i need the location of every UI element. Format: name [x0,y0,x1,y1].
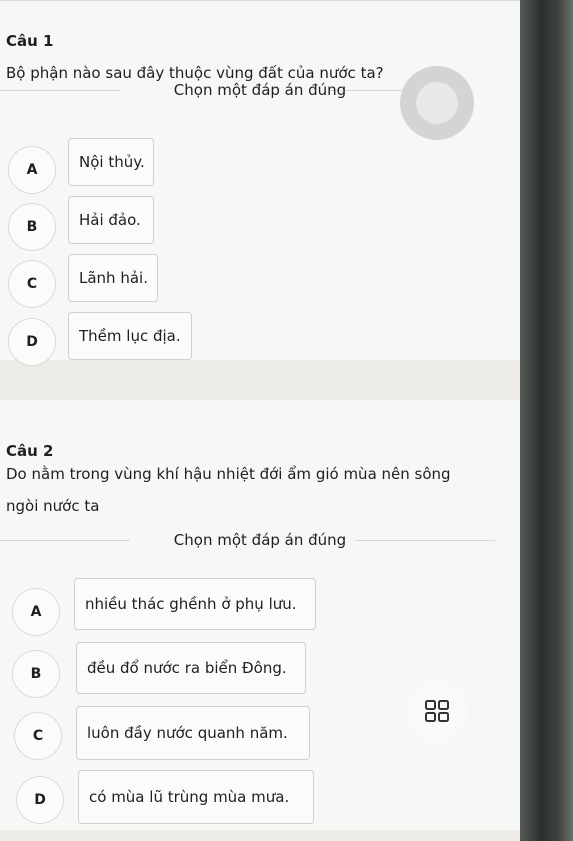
option-letter-a[interactable]: A [8,146,56,194]
option-b[interactable]: Hải đảo. [68,196,154,244]
option-c[interactable]: luôn đầy nước quanh năm. [76,706,310,760]
option-a[interactable]: nhiều thác ghềnh ở phụ lưu. [74,578,316,630]
timer-icon [400,66,474,140]
question-text-line: Do nằm trong vùng khí hậu nhiệt đới ẩm g… [6,465,451,483]
option-a[interactable]: Nội thủy. [68,138,154,186]
scrollbar[interactable] [520,0,573,841]
question-card-1: Câu 1 Bộ phận nào sau đây thuộc vùng đất… [0,0,520,366]
question-card-2: Câu 2 Do nằm trong vùng khí hậu nhiệt đớ… [0,400,520,830]
option-letter-a[interactable]: A [12,588,60,636]
grid-icon[interactable] [406,680,468,742]
question-text: Do nằm trong vùng khí hậu nhiệt đới ẩm g… [6,458,486,522]
question-text-line: ngòi nước ta [6,497,100,515]
option-letter-b[interactable]: B [8,203,56,251]
option-b[interactable]: đều đổ nước ra biển Đông. [76,642,306,694]
option-d[interactable]: có mùa lũ trùng mùa mưa. [78,770,314,824]
grid-icon-glyph [425,700,449,722]
option-letter-d[interactable]: D [8,318,56,366]
option-letter-b[interactable]: B [12,650,60,698]
option-letter-c[interactable]: C [14,712,62,760]
option-letter-c[interactable]: C [8,260,56,308]
option-c[interactable]: Lãnh hải. [68,254,158,302]
instruction-text: Chọn một đáp án đúng [173,531,347,549]
instruction-row: Chọn một đáp án đúng [0,530,520,550]
option-letter-d[interactable]: D [16,776,64,824]
option-d[interactable]: Thềm lục địa. [68,312,192,360]
divider [0,0,520,1]
